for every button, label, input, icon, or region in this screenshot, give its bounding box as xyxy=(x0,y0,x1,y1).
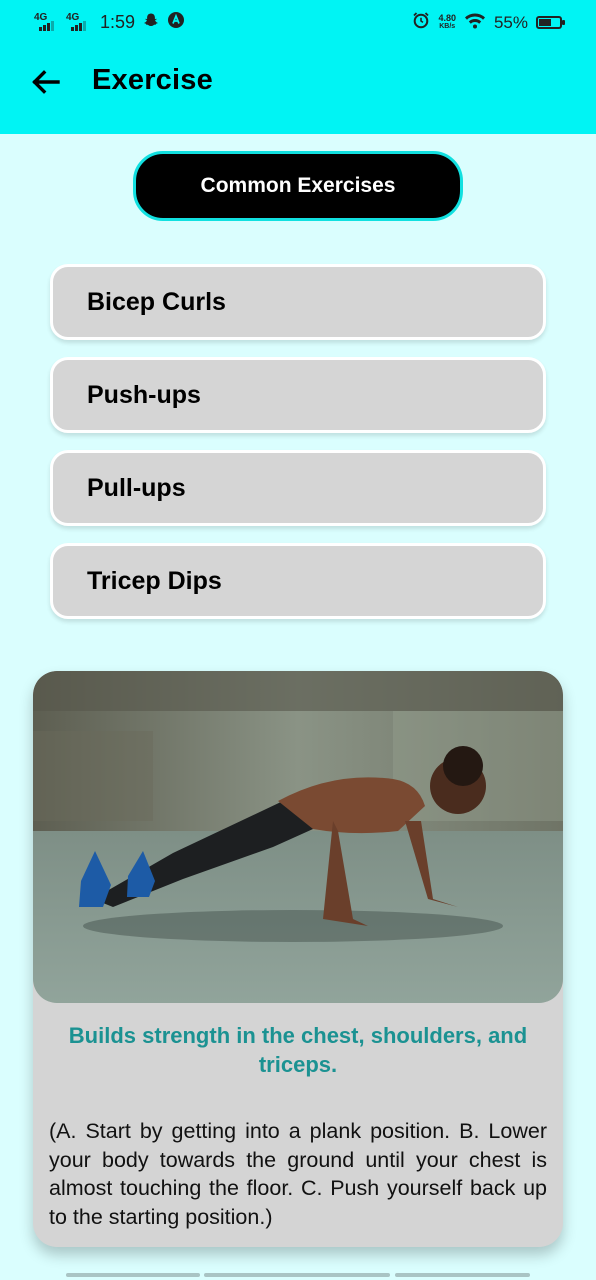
network-speed: 4.80 KB/s xyxy=(438,14,456,31)
status-bar-left: 4G 4G 1:59 xyxy=(34,11,185,34)
signal-icon: 4G xyxy=(34,12,58,33)
battery-percent: 55% xyxy=(493,12,528,32)
app-bar: Exercise xyxy=(0,46,596,134)
push-up-photo xyxy=(33,671,563,1003)
alarm-icon xyxy=(412,11,430,34)
snapchat-icon xyxy=(143,12,159,33)
back-button[interactable] xyxy=(22,60,70,104)
exercise-benefit-heading: Builds strength in the chest, shoulders,… xyxy=(68,1023,528,1077)
scroll-indicator xyxy=(395,1273,530,1277)
common-exercises-button[interactable]: Common Exercises xyxy=(133,151,463,221)
exercise-item-push-ups[interactable]: Push-ups xyxy=(50,357,546,433)
scroll-indicator xyxy=(204,1273,390,1277)
status-bar-right: 4.80 KB/s 55% xyxy=(412,11,565,34)
exercise-instructions: (A. Start by getting into a plank positi… xyxy=(49,1119,547,1229)
signal-icon: 4G xyxy=(66,12,90,33)
network-speed-value: 4.80 xyxy=(438,13,456,23)
network-speed-unit: KB/s xyxy=(439,23,456,30)
exercise-item-tricep-dips[interactable]: Tricep Dips xyxy=(50,543,546,619)
exercise-item-pull-ups[interactable]: Pull-ups xyxy=(50,450,546,526)
exercise-item-bicep-curls[interactable]: Bicep Curls xyxy=(50,264,546,340)
status-time: 1:59 xyxy=(100,12,136,32)
exercise-list: Bicep Curls Push-ups Pull-ups Tricep Dip… xyxy=(50,264,546,636)
page-title: Exercise xyxy=(92,64,213,96)
battery-icon xyxy=(536,16,565,29)
arrow-left-icon xyxy=(32,70,60,94)
wifi-icon xyxy=(464,11,486,34)
status-bar: 4G 4G 1:59 4.80 KB/s 55% xyxy=(0,0,596,46)
top-bar: 4G 4G 1:59 4.80 KB/s 55% Exercise xyxy=(0,0,596,134)
scroll-indicator xyxy=(66,1273,200,1277)
exercise-detail-card: Builds strength in the chest, shoulders,… xyxy=(33,671,563,1247)
app-notification-icon xyxy=(167,11,185,34)
